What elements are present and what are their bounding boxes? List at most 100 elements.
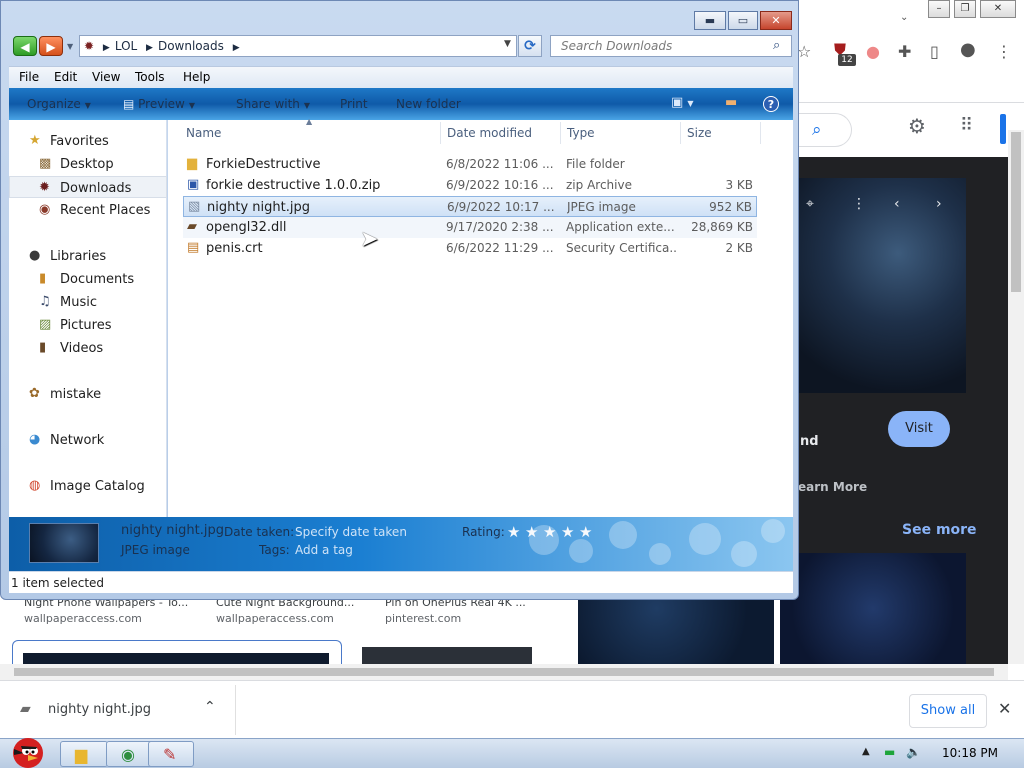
taskbar-chrome-button[interactable]: ◉ bbox=[106, 741, 154, 767]
bookmark-star-icon[interactable]: ☆ bbox=[797, 44, 811, 60]
recent-pages-dropdown[interactable]: ▼ bbox=[67, 42, 73, 51]
start-button-angry-bird-icon[interactable] bbox=[4, 731, 52, 769]
address-dropdown-icon[interactable]: ▼ bbox=[504, 39, 511, 49]
extension-flag-icon[interactable]: ● bbox=[866, 44, 880, 60]
related-image-2[interactable] bbox=[780, 553, 966, 664]
rating-star-icon[interactable]: ★ bbox=[579, 523, 592, 541]
breadcrumb-separator-icon[interactable]: ▶ bbox=[103, 43, 110, 53]
see-more-link[interactable]: See more bbox=[902, 522, 977, 538]
browser-close-button[interactable]: ✕ bbox=[980, 0, 1016, 18]
new-folder-button[interactable]: New folder bbox=[396, 97, 461, 111]
taskbar-explorer-button[interactable]: ▆ bbox=[60, 741, 108, 767]
horizontal-scrollbar[interactable] bbox=[0, 664, 1008, 680]
show-all-button[interactable]: Show all bbox=[909, 694, 987, 728]
volume-icon[interactable]: 🔈 bbox=[906, 745, 921, 759]
print-button[interactable]: Print bbox=[340, 97, 368, 111]
change-view-icon[interactable]: ▣ ▼ bbox=[671, 95, 694, 110]
lens-icon[interactable]: ⌖ bbox=[806, 196, 814, 212]
browser-menu-icon[interactable]: ⋮ bbox=[996, 44, 1012, 60]
next-image-icon[interactable]: › bbox=[936, 196, 942, 212]
google-search-button[interactable]: ⌕ bbox=[796, 113, 852, 147]
preview-pane-icon[interactable]: ▬ bbox=[725, 95, 737, 110]
more-options-icon[interactable]: ⋮ bbox=[852, 196, 866, 212]
refresh-button[interactable]: ⟳ bbox=[518, 35, 542, 57]
nav-videos[interactable]: ▮ Videos bbox=[9, 337, 167, 359]
breadcrumb-downloads[interactable]: Downloads bbox=[158, 39, 224, 53]
vertical-scrollbar[interactable] bbox=[1008, 130, 1024, 664]
date-taken-value[interactable]: Specify date taken bbox=[295, 525, 407, 539]
close-button[interactable]: ✕ bbox=[760, 11, 792, 30]
column-header-date[interactable]: Date modified bbox=[447, 126, 532, 140]
nav-image-catalog[interactable]: ◍ Image Catalog bbox=[9, 475, 167, 497]
file-row[interactable]: ▰ opengl32.dll 9/17/2020 2:38 ... Applic… bbox=[183, 217, 757, 238]
organize-button[interactable]: Organize ▼ bbox=[27, 97, 91, 111]
apps-grid-icon[interactable]: ⠿ bbox=[960, 117, 973, 135]
nav-recent-places[interactable]: ◉ Recent Places bbox=[9, 199, 167, 221]
result-tile-selected[interactable] bbox=[12, 640, 342, 667]
column-divider[interactable] bbox=[560, 122, 561, 144]
column-divider[interactable] bbox=[680, 122, 681, 144]
nav-favorites[interactable]: ★ Favorites bbox=[9, 130, 167, 152]
settings-gear-icon[interactable]: ⚙ bbox=[908, 116, 926, 136]
tags-value[interactable]: Add a tag bbox=[295, 543, 353, 557]
taskbar-app-button[interactable]: ✎ bbox=[148, 741, 194, 767]
browser-minimize-button[interactable]: – bbox=[928, 0, 950, 18]
minimize-button[interactable]: ▬ bbox=[694, 11, 726, 30]
nav-desktop[interactable]: ▩ Desktop bbox=[9, 153, 167, 175]
close-icon[interactable]: ✕ bbox=[998, 699, 1011, 718]
nav-libraries[interactable]: ● Libraries bbox=[9, 245, 167, 267]
preview-button[interactable]: ▤ Preview ▼ bbox=[123, 97, 195, 111]
maximize-button[interactable]: ▭ bbox=[728, 11, 758, 30]
column-divider[interactable] bbox=[440, 122, 441, 144]
download-item[interactable]: ▰ nighty night.jpg ⌃ bbox=[8, 685, 236, 735]
location-icon: ✹ bbox=[84, 39, 95, 53]
rating-star-icon[interactable]: ★ bbox=[525, 523, 538, 541]
file-row[interactable]: ▤ penis.crt 6/6/2022 11:29 ... Security … bbox=[183, 238, 757, 259]
file-row[interactable]: ▆ ForkieDestructive 6/8/2022 11:06 ... F… bbox=[183, 154, 757, 175]
file-row-selected[interactable]: ▧ nighty night.jpg 6/9/2022 10:17 ... JP… bbox=[183, 196, 757, 217]
address-bar[interactable]: ✹ ▶ LOL ▶ Downloads ▶ ▼ bbox=[79, 35, 517, 57]
extensions-puzzle-icon[interactable]: ✚ bbox=[898, 44, 911, 60]
rating-star-icon[interactable]: ★ bbox=[543, 523, 556, 541]
side-panel-icon[interactable]: ▯ bbox=[930, 44, 939, 60]
search-icon[interactable]: ⌕ bbox=[773, 38, 780, 53]
menu-edit[interactable]: Edit bbox=[54, 70, 77, 84]
search-input[interactable]: Search Downloads ⌕ bbox=[550, 35, 792, 57]
nav-downloads[interactable]: ✹ Downloads bbox=[9, 176, 167, 198]
chevron-up-icon[interactable]: ⌃ bbox=[204, 699, 216, 715]
visit-button[interactable]: Visit bbox=[888, 411, 950, 447]
battery-icon[interactable]: ▬ bbox=[884, 745, 895, 759]
forward-button[interactable]: ▶ bbox=[39, 36, 63, 56]
browser-restore-button[interactable]: ❐ bbox=[954, 0, 976, 18]
learn-more-link[interactable]: earn More bbox=[798, 480, 867, 494]
tray-expand-icon[interactable]: ▲ bbox=[862, 746, 870, 757]
breadcrumb-lol[interactable]: LOL bbox=[115, 39, 137, 53]
profile-avatar-icon[interactable]: ● bbox=[960, 41, 976, 59]
rating-star-icon[interactable]: ★ bbox=[561, 523, 574, 541]
column-divider[interactable] bbox=[760, 122, 761, 144]
nav-mistake[interactable]: ✿ mistake bbox=[9, 383, 167, 405]
nav-pictures[interactable]: ▨ Pictures bbox=[9, 314, 167, 336]
column-header-type[interactable]: Type bbox=[567, 126, 595, 140]
result-tile[interactable] bbox=[362, 647, 532, 665]
share-with-button[interactable]: Share with ▼ bbox=[236, 97, 310, 111]
breadcrumb-separator-icon[interactable]: ▶ bbox=[146, 43, 153, 53]
nav-music[interactable]: ♫ Music bbox=[9, 291, 167, 313]
clock[interactable]: 10:18 PM bbox=[942, 746, 998, 760]
network-icon: ◕ bbox=[29, 432, 41, 447]
breadcrumb-separator-icon[interactable]: ▶ bbox=[233, 43, 240, 53]
help-icon[interactable]: ? bbox=[763, 96, 779, 112]
tab-search-chevron-icon[interactable]: ⌄ bbox=[900, 10, 908, 26]
prev-image-icon[interactable]: ‹ bbox=[894, 196, 900, 212]
nav-network[interactable]: ◕ Network bbox=[9, 429, 167, 451]
rating-star-icon[interactable]: ★ bbox=[507, 523, 520, 541]
back-button[interactable]: ◀ bbox=[13, 36, 37, 56]
menu-view[interactable]: View bbox=[92, 70, 120, 84]
file-row[interactable]: ▣ forkie destructive 1.0.0.zip 6/9/2022 … bbox=[183, 175, 757, 196]
column-header-size[interactable]: Size bbox=[687, 126, 712, 140]
column-header-name[interactable]: Name bbox=[186, 126, 221, 140]
nav-documents[interactable]: ▮ Documents bbox=[9, 268, 167, 290]
menu-file[interactable]: File bbox=[19, 70, 39, 84]
menu-help[interactable]: Help bbox=[183, 70, 210, 84]
menu-tools[interactable]: Tools bbox=[135, 70, 165, 84]
